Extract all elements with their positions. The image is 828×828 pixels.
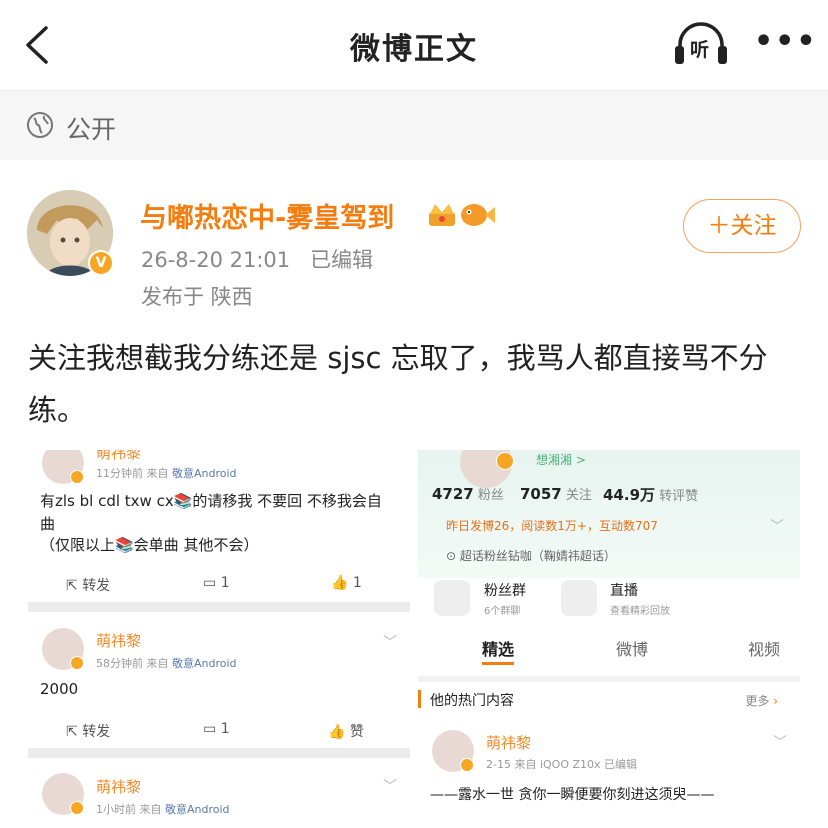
card-sub: 查看精彩回放 <box>610 606 670 617</box>
edited-label[interactable]: 已编辑 <box>310 248 373 272</box>
chevron-down-icon: ﹀ <box>383 635 397 651</box>
profile-name: 想湘湘 > <box>536 453 586 467</box>
v-badge-icon <box>70 470 84 484</box>
post-author: 萌祎黎 <box>486 734 532 752</box>
visibility-label: 公开 <box>66 115 117 144</box>
repost-action: ⇱ 转发 <box>66 578 111 594</box>
v-badge-icon: V <box>88 250 114 276</box>
listen-label: 听 <box>690 39 710 61</box>
following-stat: 7057 关注 <box>520 485 592 503</box>
v-badge-icon <box>496 452 514 470</box>
yesterday-summary: 昨日发博26，阅读数1万+，互动数707 <box>446 519 658 533</box>
interaction-stat: 44.9万 转评赞 <box>603 486 699 504</box>
tab-weibo: 微博 <box>616 640 649 659</box>
top-nav-bar: 微博正文 听 ••• <box>0 0 828 90</box>
comment-text: 有zls bl cdl txw cx📚的请移我 不要回 不移我会自曲 <box>40 492 382 533</box>
divider <box>28 602 410 612</box>
accent-bar <box>418 690 421 708</box>
card-title: 直播 <box>610 583 638 599</box>
comment-author: 萌祎黎 <box>96 778 142 796</box>
post-location: 发布于 陕西 <box>141 285 253 309</box>
post-meta: 2-15 来自 iQOO Z10x 已编辑 <box>486 758 638 771</box>
crown-icon <box>429 204 455 226</box>
tv-icon <box>561 580 597 616</box>
like-action: 👍 1 <box>331 575 362 591</box>
author-name[interactable]: 与嘟热恋中-雾皇驾到 <box>140 196 394 235</box>
post-text: 关注我想截我分练还是 sjsc 忘取了，我骂人都直接骂不分练。 <box>28 341 768 427</box>
hot-content-header: 他的热门内容 更多 › <box>418 676 800 716</box>
v-badge-icon <box>70 801 84 815</box>
comment-meta: 11分钟前 来自 敬意Android <box>96 467 237 480</box>
people-icon <box>434 580 470 616</box>
comment-meta: 1小时前 来自 敬意Android <box>96 803 230 816</box>
comment-author: 萌祎黎 <box>96 632 142 650</box>
fans-stat: 4727 粉丝 <box>432 485 504 503</box>
v-badge-icon <box>70 656 84 670</box>
chevron-down-icon: ﹀ <box>383 779 397 795</box>
super-topic: ⊙ 超话粉丝钻咖（鞠婧祎超话） <box>446 549 616 563</box>
globe-icon <box>27 112 53 138</box>
chevron-down-icon: ﹀ <box>773 735 787 751</box>
comment-text-line2: （仅限以上📚会单曲 其他不会） <box>40 536 259 554</box>
repost-action: ⇱ 转发 <box>66 724 111 740</box>
visibility-bar: 公开 <box>0 90 828 160</box>
comment-text: 2000 <box>40 680 79 698</box>
card-title: 粉丝群 <box>484 583 526 599</box>
post-date: 26-8-20 21:01 <box>141 248 291 272</box>
like-action: 👍 赞 <box>328 724 364 740</box>
chevron-down-icon: ﹀ <box>770 519 784 535</box>
comment-author: 萌祎黎 <box>96 450 142 462</box>
v-badge-icon <box>460 758 474 772</box>
post-text: ——露水一世 贪你一瞬便要你刻进这须臾—— <box>430 787 715 803</box>
tab-video: 视频 <box>748 640 781 659</box>
divider <box>28 748 410 758</box>
comment-action: ▭ 1 <box>203 721 230 737</box>
comment-action: ▭ 1 <box>203 575 230 591</box>
fish-icon <box>461 204 495 226</box>
card-sub: 6个群聊 <box>484 606 521 617</box>
tab-indicator <box>482 662 514 665</box>
attached-image-right[interactable]: 想湘湘 > 4727 粉丝 7057 关注 44.9万 转评赞 昨日发博26，阅… <box>418 450 800 828</box>
listen-button[interactable]: 听 <box>672 18 730 72</box>
hot-title: 他的热门内容 <box>430 693 514 709</box>
author-badges <box>429 204 495 226</box>
comment-meta: 58分钟前 来自 敬意Android <box>96 657 237 670</box>
post-meta: 26-8-20 21:01 已编辑 <box>141 244 373 274</box>
attached-image-left[interactable]: 萌祎黎 11分钟前 来自 敬意Android 有zls bl cdl txw c… <box>28 450 410 828</box>
hot-more: 更多 › <box>745 694 778 708</box>
tab-featured: 精选 <box>482 640 515 659</box>
more-dots-icon[interactable]: ••• <box>754 22 816 62</box>
follow-button[interactable]: ＋关注 <box>683 199 801 253</box>
